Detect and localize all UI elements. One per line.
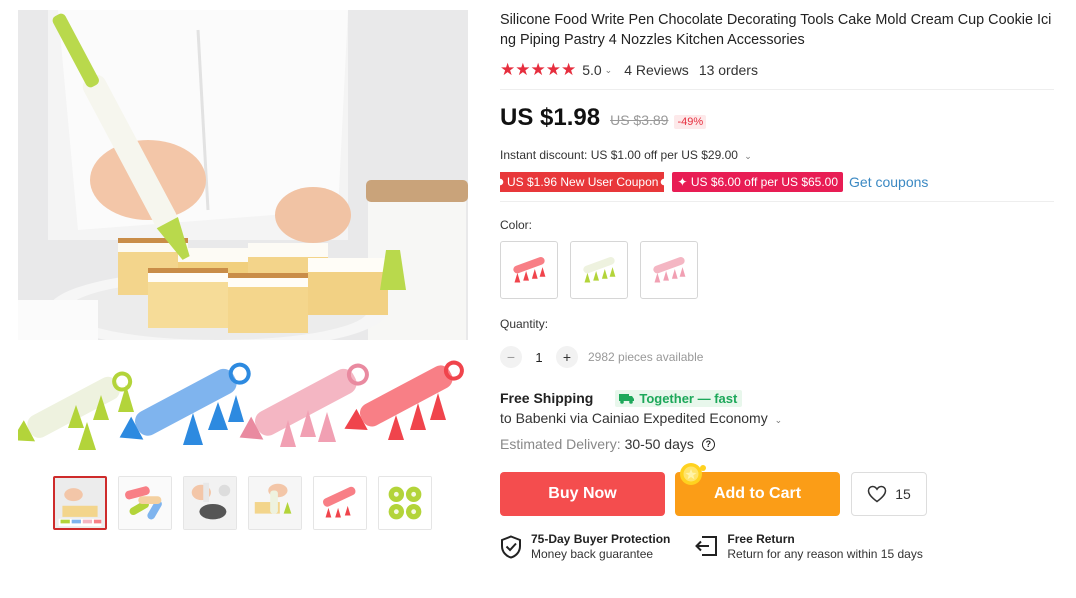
wishlist-button[interactable]: 15 [851, 472, 927, 516]
current-price: US $1.98 [500, 104, 601, 131]
wishlist-count: 15 [895, 486, 911, 502]
main-product-image[interactable] [18, 10, 468, 462]
free-return-sub: Return for any reason within 15 days [727, 547, 923, 561]
add-to-cart-button[interactable]: Add to Cart [675, 463, 840, 516]
divider [500, 89, 1054, 90]
coin-icon [680, 463, 706, 485]
instant-discount-text: Instant discount: US $1.00 off per US $2… [500, 148, 738, 162]
store-coupon-label: US $6.00 off per US $65.00 [690, 175, 839, 189]
new-user-coupon[interactable]: US $1.96 New User Coupon [500, 172, 664, 192]
delivery-days: 30-50 days [624, 436, 694, 452]
thumbnail-strip [53, 476, 432, 530]
free-return: Free Return Return for any reason within… [694, 532, 923, 562]
thumbnail-5[interactable] [313, 476, 367, 530]
color-option-pink[interactable] [640, 241, 698, 299]
return-icon [695, 536, 718, 556]
reviews-link[interactable]: 4 Reviews [624, 62, 689, 78]
chevron-down-icon: ⌄ [774, 415, 783, 425]
thumbnail-3[interactable] [183, 476, 237, 530]
thumbnail-1[interactable] [53, 476, 107, 530]
product-info: Silicone Food Write Pen Chocolate Decora… [500, 10, 1056, 562]
color-option-green[interactable] [570, 241, 628, 299]
coupon-row: US $1.96 New User Coupon ✦ US $6.00 off … [500, 172, 1056, 192]
free-return-title: Free Return [727, 532, 795, 546]
orders-count: 13 orders [698, 62, 758, 78]
together-fast-label: Together — fast [639, 390, 738, 406]
rating-value[interactable]: 5.0 [582, 62, 601, 78]
decrease-button[interactable]: − [500, 346, 522, 368]
delivery-label: Estimated Delivery: [500, 436, 621, 452]
help-icon[interactable]: ? [701, 437, 715, 451]
stock-available: 2982 pieces available [588, 350, 704, 364]
price-row: US $1.98 US $3.89 -49% [500, 104, 1056, 136]
estimated-delivery: Estimated Delivery: 30-50 days ? [500, 434, 1056, 454]
discount-badge: -49% [674, 115, 707, 129]
shipping-route-text: to Babenki via Cainiao Expedited Economy [500, 410, 768, 426]
product-title: Silicone Food Write Pen Chocolate Decora… [500, 12, 1052, 48]
heart-icon [867, 485, 887, 503]
add-to-cart-label: Add to Cart [713, 485, 802, 502]
buyer-protection-title: 75-Day Buyer Protection [531, 532, 671, 546]
rating-row: ★★★★★ 5.0 ⌄ 4 Reviews 13 orders [500, 59, 1056, 81]
free-shipping-title: Free Shipping [500, 390, 594, 406]
chevron-down-icon: ⌄ [744, 151, 752, 161]
shipping-row: Free Shipping Together — fast [500, 389, 1056, 407]
quantity-stepper: − 1 + 2982 pieces available [500, 345, 1056, 369]
thumbnail-2[interactable] [118, 476, 172, 530]
color-swatches [500, 241, 1056, 299]
together-fast-badge: Together — fast [615, 389, 743, 407]
get-coupons-link[interactable]: Get coupons [849, 174, 928, 190]
sparkle-icon: ✦ [677, 175, 691, 189]
star-rating-icons[interactable]: ★★★★★ [500, 60, 576, 80]
quantity-label: Quantity: [500, 317, 549, 331]
divider [500, 201, 1054, 202]
buyer-protection-sub: Money back guarantee [531, 547, 654, 561]
truck-icon [619, 393, 635, 404]
original-price: US $3.89 [610, 112, 669, 128]
buyer-protection: 75-Day Buyer Protection Money back guara… [500, 532, 670, 562]
guarantees: 75-Day Buyer Protection Money back guara… [500, 532, 1056, 562]
store-coupon[interactable]: ✦ US $6.00 off per US $65.00 [672, 172, 844, 192]
shield-check-icon [501, 535, 521, 559]
buy-now-button[interactable]: Buy Now [500, 472, 665, 516]
quantity-value[interactable]: 1 [522, 350, 556, 365]
shipping-route[interactable]: to Babenki via Cainiao Expedited Economy… [500, 410, 1056, 426]
action-buttons: Buy Now Add to Cart 15 [500, 463, 1056, 516]
color-option-red[interactable] [500, 241, 558, 299]
chevron-down-icon[interactable]: ⌄ [605, 65, 613, 76]
thumbnail-6[interactable] [378, 476, 432, 530]
thumbnail-4[interactable] [248, 476, 302, 530]
instant-discount[interactable]: Instant discount: US $1.00 off per US $2… [500, 148, 1056, 162]
color-label: Color: [500, 218, 533, 232]
increase-button[interactable]: + [556, 346, 578, 368]
